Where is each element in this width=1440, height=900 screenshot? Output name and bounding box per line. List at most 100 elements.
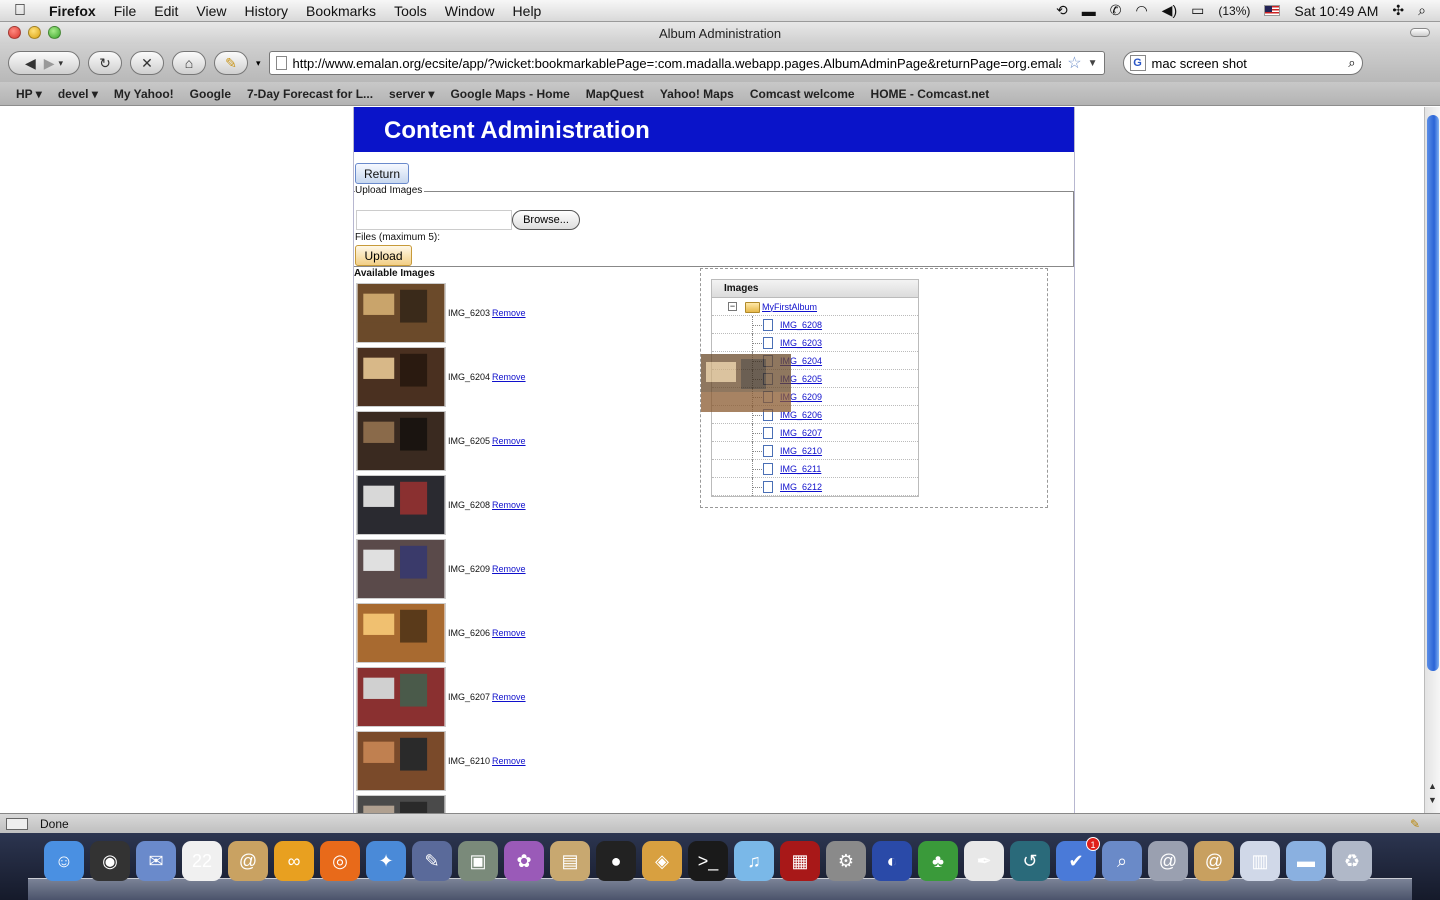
bookmark-forecast[interactable]: 7-Day Forecast for L... bbox=[239, 87, 381, 101]
archive-stack-icon[interactable]: ▥ bbox=[1240, 841, 1280, 881]
edit-dropdown-icon[interactable]: ▾ bbox=[256, 58, 261, 69]
directory-utility-icon[interactable]: ✎ bbox=[412, 841, 452, 881]
menu-edit[interactable]: Edit bbox=[145, 3, 187, 19]
bookmark-google-maps[interactable]: Google Maps - Home bbox=[442, 87, 577, 101]
vertical-scrollbar[interactable]: ▲ ▼ bbox=[1424, 107, 1440, 813]
bookmark-hp[interactable]: HP ▾ bbox=[8, 87, 50, 101]
volume-menu-icon[interactable]: ◀) bbox=[1162, 2, 1177, 19]
folder-icon[interactable]: ▬ bbox=[1286, 841, 1326, 881]
search-bar[interactable]: G mac screen shot ⌕ bbox=[1122, 51, 1363, 75]
phone-menu-icon[interactable]: ✆ bbox=[1110, 2, 1122, 19]
image-thumbnail[interactable] bbox=[356, 475, 446, 535]
menu-help[interactable]: Help bbox=[504, 3, 551, 19]
image-thumbnail[interactable] bbox=[356, 283, 446, 343]
image-thumbnail[interactable] bbox=[356, 603, 446, 663]
itunes-icon[interactable]: ♫ bbox=[734, 841, 774, 881]
documents-stack-icon[interactable]: @ bbox=[1194, 841, 1234, 881]
history-dropdown-icon[interactable]: ▾ bbox=[59, 58, 64, 69]
menu-clock[interactable]: Sat 10:49 AM bbox=[1294, 3, 1378, 19]
bookmark-server[interactable]: server ▾ bbox=[381, 87, 442, 101]
bookmark-yahoo-maps[interactable]: Yahoo! Maps bbox=[652, 87, 742, 101]
firefox-icon[interactable]: ◎ bbox=[320, 841, 360, 881]
toolbar-toggle-button[interactable] bbox=[1410, 28, 1430, 37]
minimize-window-button[interactable] bbox=[28, 26, 41, 39]
stop-button[interactable]: ✕ bbox=[130, 51, 164, 75]
collapse-icon[interactable]: − bbox=[728, 302, 737, 311]
image-capture-icon[interactable]: ◈ bbox=[642, 841, 682, 881]
menu-view[interactable]: View bbox=[187, 3, 235, 19]
network-globe-icon[interactable]: ◐ bbox=[872, 841, 912, 881]
menu-tools[interactable]: Tools bbox=[385, 3, 436, 19]
input-source-flag-icon[interactable] bbox=[1264, 5, 1281, 16]
tree-image-link[interactable]: IMG_6207 bbox=[780, 428, 822, 438]
battery-menu-icon[interactable]: ▭ bbox=[1191, 2, 1204, 19]
url-bar[interactable]: http://www.emalan.org/ecsite/app/?wicket… bbox=[268, 51, 1105, 75]
url-dropdown-icon[interactable]: ▼ bbox=[1088, 58, 1104, 69]
image-thumbnail[interactable] bbox=[356, 795, 446, 813]
url-text[interactable]: http://www.emalan.org/ecsite/app/?wicket… bbox=[293, 56, 1062, 71]
home-button[interactable]: ⌂ bbox=[172, 51, 206, 75]
search-input[interactable]: mac screen shot bbox=[1152, 56, 1343, 71]
tree-image-link[interactable]: IMG_6212 bbox=[780, 482, 822, 492]
battery-percent[interactable]: (13%) bbox=[1218, 4, 1250, 18]
album-drop-zone[interactable]: Images − MyFirstAlbum IMG_6208 IMG_6203 IM… bbox=[700, 268, 1048, 508]
time-machine-menu-icon[interactable]: ⟲ bbox=[1056, 2, 1068, 19]
edit-button[interactable]: ✎ bbox=[214, 51, 248, 75]
scroll-down-arrow-icon[interactable]: ▼ bbox=[1428, 795, 1437, 805]
camera-icon[interactable]: ● bbox=[596, 841, 636, 881]
bluetooth-menu-icon[interactable]: ✣ bbox=[1392, 2, 1404, 19]
remove-link[interactable]: Remove bbox=[492, 628, 526, 638]
album-link[interactable]: MyFirstAlbum bbox=[762, 302, 817, 312]
software-update-icon[interactable]: ✔ 1 bbox=[1056, 837, 1100, 881]
bookmark-devel[interactable]: devel ▾ bbox=[50, 87, 106, 101]
image-thumbnail[interactable] bbox=[356, 347, 446, 407]
image-thumbnail[interactable] bbox=[356, 411, 446, 471]
remove-link[interactable]: Remove bbox=[492, 308, 526, 318]
zoom-window-button[interactable] bbox=[48, 26, 61, 39]
mail-icon[interactable]: ✉ bbox=[136, 841, 176, 881]
bookmark-comcast-welcome[interactable]: Comcast welcome bbox=[742, 87, 863, 101]
upload-button[interactable]: Upload bbox=[355, 245, 412, 266]
image-thumbnail[interactable] bbox=[356, 731, 446, 791]
back-arrow-icon[interactable]: ◀ bbox=[25, 55, 36, 72]
iphoto-icon[interactable]: ▤ bbox=[550, 841, 590, 881]
safari-icon[interactable]: ✦ bbox=[366, 841, 406, 881]
script-editor-icon[interactable]: ✒ bbox=[964, 841, 1004, 881]
finder-icon[interactable]: ☺ bbox=[44, 841, 84, 881]
ical-icon[interactable]: 22 bbox=[182, 841, 222, 881]
tree-image-link[interactable]: IMG_6210 bbox=[780, 446, 822, 456]
time-machine-icon[interactable]: ↺ bbox=[1010, 841, 1050, 881]
menu-file[interactable]: File bbox=[105, 3, 146, 19]
remove-link[interactable]: Remove bbox=[492, 372, 526, 382]
return-button[interactable]: Return bbox=[355, 163, 409, 184]
apple-menu-icon[interactable]:  bbox=[0, 2, 40, 20]
downloads-stack-icon[interactable]: @ bbox=[1148, 841, 1188, 881]
scroll-up-arrow-icon[interactable]: ▲ bbox=[1428, 781, 1437, 791]
terminal-icon[interactable]: >_ bbox=[688, 841, 728, 881]
scrollbar-thumb[interactable] bbox=[1427, 115, 1439, 671]
remove-link[interactable]: Remove bbox=[492, 436, 526, 446]
adium-icon[interactable]: ♣ bbox=[918, 841, 958, 881]
image-thumbnail[interactable] bbox=[356, 667, 446, 727]
tree-image-link[interactable]: IMG_6203 bbox=[780, 338, 822, 348]
file-path-input[interactable] bbox=[356, 210, 512, 230]
close-window-button[interactable] bbox=[8, 26, 21, 39]
edit-status-icon[interactable]: ✎ bbox=[1410, 817, 1420, 831]
google-search-engine-icon[interactable]: G bbox=[1129, 55, 1146, 71]
wifi-menu-icon[interactable]: ◠ bbox=[1135, 2, 1147, 19]
address-book-icon[interactable]: @ bbox=[228, 841, 268, 881]
spotlight-search-icon[interactable]: ⌕ bbox=[1418, 2, 1426, 19]
system-preferences-icon[interactable]: ⚙ bbox=[826, 841, 866, 881]
aperture-icon[interactable]: ✿ bbox=[504, 841, 544, 881]
dragged-image-thumbnail[interactable] bbox=[701, 354, 791, 412]
bookmark-star-icon[interactable]: ☆ bbox=[1067, 53, 1081, 73]
forward-arrow-icon[interactable]: ▶ bbox=[44, 55, 55, 72]
bookmark-mapquest[interactable]: MapQuest bbox=[578, 87, 652, 101]
display-menu-icon[interactable]: ▬ bbox=[1082, 3, 1096, 19]
preview-viewer-icon[interactable]: ⌕ bbox=[1102, 841, 1142, 881]
browse-button[interactable]: Browse... bbox=[512, 210, 580, 230]
menu-history[interactable]: History bbox=[235, 3, 297, 19]
dashboard-icon[interactable]: ◉ bbox=[90, 841, 130, 881]
trash-icon[interactable]: ♻ bbox=[1332, 841, 1372, 881]
tree-image-link[interactable]: IMG_6208 bbox=[780, 320, 822, 330]
